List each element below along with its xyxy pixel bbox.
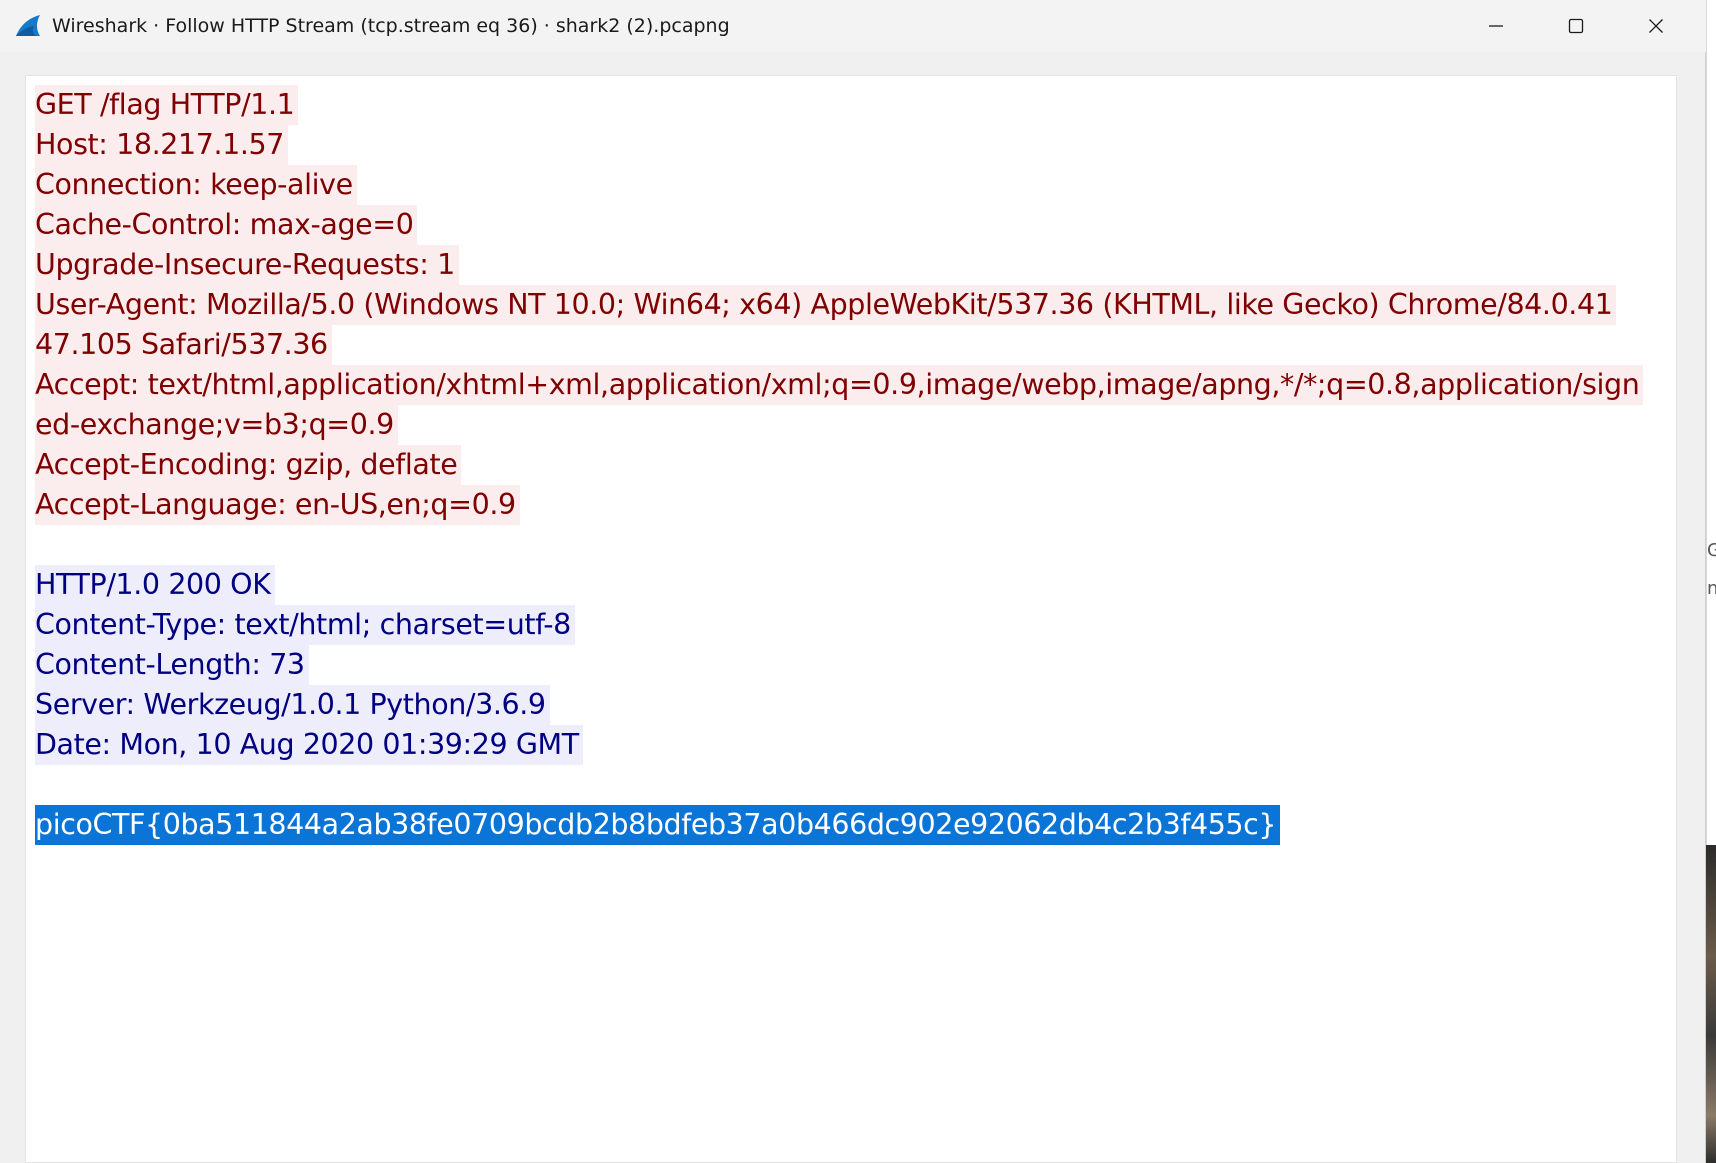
request-line[interactable]: Accept-Language: en-US,en;q=0.9 xyxy=(35,485,1675,525)
window-title: Wireshark · Follow HTTP Stream (tcp.stre… xyxy=(52,15,730,37)
request-line[interactable]: 47.105 Safari/537.36 xyxy=(35,325,1675,365)
request-line[interactable]: Cache-Control: max-age=0 xyxy=(35,205,1675,245)
stream-content: GET /flag HTTP/1.1 Host: 18.217.1.57 Con… xyxy=(35,85,1675,845)
close-button[interactable] xyxy=(1616,0,1696,52)
maximize-button[interactable] xyxy=(1536,0,1616,52)
close-icon xyxy=(1649,19,1663,33)
minimize-icon xyxy=(1489,25,1503,27)
response-line[interactable]: HTTP/1.0 200 OK xyxy=(35,565,1675,605)
request-line[interactable]: Connection: keep-alive xyxy=(35,165,1675,205)
response-line[interactable]: Content-Type: text/html; charset=utf-8 xyxy=(35,605,1675,645)
maximize-icon xyxy=(1568,18,1584,34)
response-line[interactable]: Content-Length: 73 xyxy=(35,645,1675,685)
minimize-button[interactable] xyxy=(1456,0,1536,52)
request-line[interactable]: User-Agent: Mozilla/5.0 (Windows NT 10.0… xyxy=(35,285,1675,325)
response-line[interactable]: Server: Werkzeug/1.0.1 Python/3.6.9 xyxy=(35,685,1675,725)
background-image xyxy=(1706,845,1716,1163)
request-line[interactable]: GET /flag HTTP/1.1 xyxy=(35,85,1675,125)
request-line[interactable]: Upgrade-Insecure-Requests: 1 xyxy=(35,245,1675,285)
title-bar[interactable]: Wireshark · Follow HTTP Stream (tcp.stre… xyxy=(0,0,1706,52)
request-line[interactable]: Host: 18.217.1.57 xyxy=(35,125,1675,165)
request-line[interactable]: Accept-Encoding: gzip, deflate xyxy=(35,445,1675,485)
request-line[interactable]: ed-exchange;v=b3;q=0.9 xyxy=(35,405,1675,445)
flag-text: picoCTF{0ba511844a2ab38fe0709bcdb2b8bdfe… xyxy=(35,805,1281,845)
follow-stream-window: Wireshark · Follow HTTP Stream (tcp.stre… xyxy=(0,0,1706,1163)
background-window-text: G xyxy=(1707,540,1716,561)
response-line[interactable]: Date: Mon, 10 Aug 2020 01:39:29 GMT xyxy=(35,725,1675,765)
selected-flag-line[interactable]: picoCTF{0ba511844a2ab38fe0709bcdb2b8bdfe… xyxy=(35,805,1675,845)
background-window-text: n xyxy=(1707,578,1716,599)
wireshark-fin-icon xyxy=(16,15,40,36)
stream-text-view[interactable]: GET /flag HTTP/1.1 Host: 18.217.1.57 Con… xyxy=(25,75,1677,1163)
request-line[interactable]: Accept: text/html,application/xhtml+xml,… xyxy=(35,365,1675,405)
